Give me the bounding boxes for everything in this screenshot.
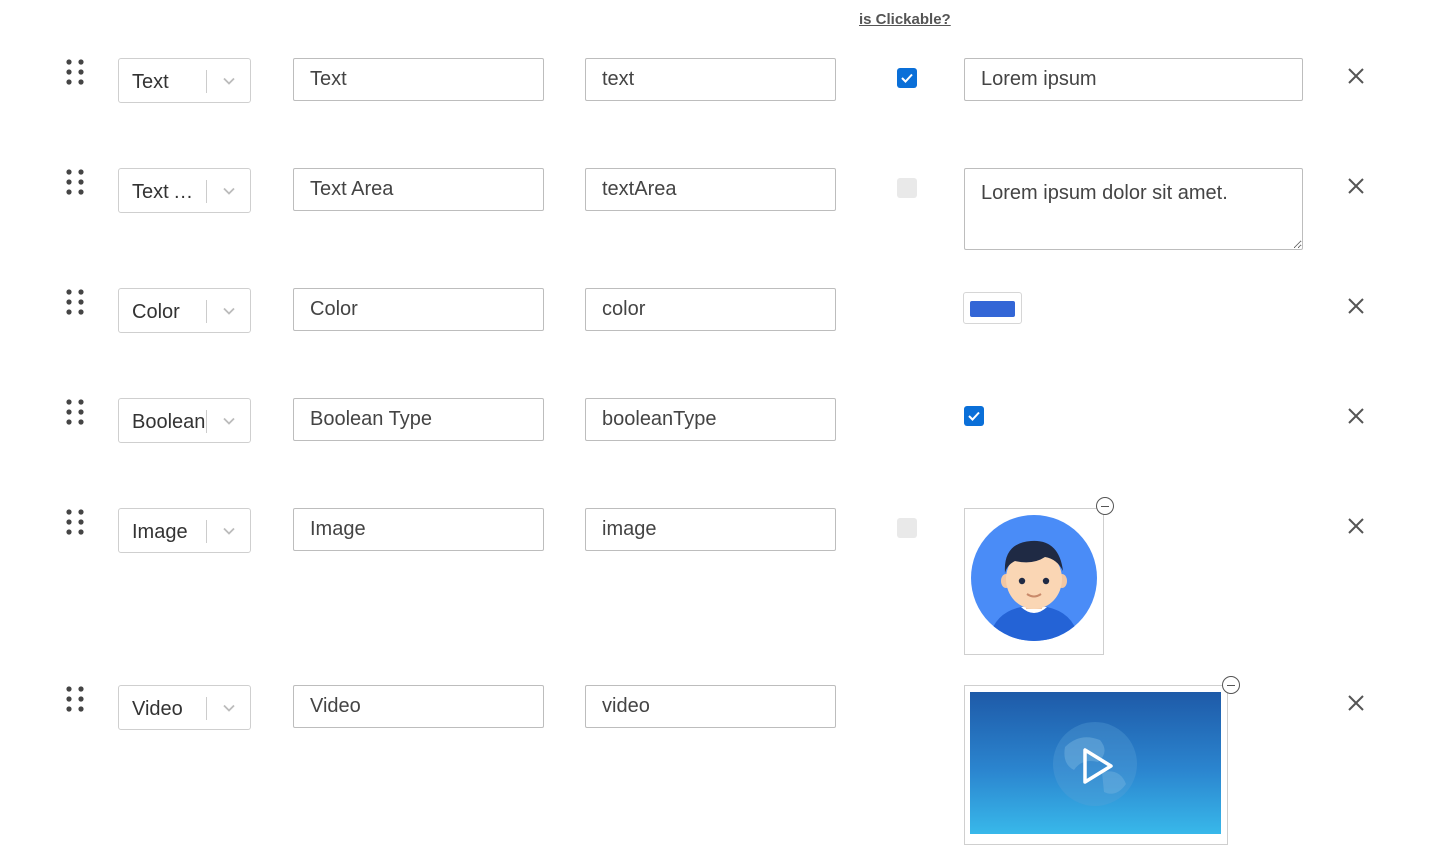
close-icon[interactable] [1346,176,1366,196]
check-icon [968,411,980,421]
field-key-input[interactable] [585,168,836,211]
color-picker[interactable] [963,292,1022,324]
close-icon[interactable] [1346,516,1366,536]
avatar-image[interactable] [971,515,1097,641]
field-label-input[interactable] [293,58,544,101]
field-label-input[interactable] [293,508,544,551]
chevron-down-icon[interactable] [221,73,237,94]
field-type-value: Text [132,71,169,93]
field-value-input[interactable] [964,58,1303,101]
field-label-input[interactable] [293,685,544,728]
clickable-checkbox[interactable] [897,178,917,198]
clickable-checkbox[interactable] [897,68,917,88]
field-row-text-area: Text Area Lorem ipsum dolor sit amet. [0,168,1447,253]
select-separator [206,180,207,203]
close-icon[interactable] [1346,406,1366,426]
select-separator [206,520,207,543]
is-clickable-header[interactable]: is Clickable? [859,11,951,28]
video-preview-frame [964,685,1228,845]
drag-handle-icon[interactable] [66,58,86,88]
image-preview-frame [964,508,1104,655]
field-type-select[interactable]: Video [118,685,251,730]
drag-handle-icon[interactable] [66,685,86,715]
field-type-value: Boolean [132,411,206,433]
drag-handle-icon[interactable] [66,508,86,538]
chevron-down-icon[interactable] [221,523,237,544]
chevron-down-icon[interactable] [221,413,237,434]
field-row-image: Image [0,497,1447,658]
field-key-input[interactable] [585,288,836,331]
field-type-select[interactable]: Text [118,58,251,103]
boolean-value-checkbox[interactable] [964,406,984,426]
field-row-text: Text [0,58,1447,108]
check-icon [901,73,913,83]
field-row-color: Color [0,288,1447,338]
field-type-select[interactable]: Color [118,288,251,333]
field-key-input[interactable] [585,508,836,551]
close-icon[interactable] [1346,296,1366,316]
field-type-value: Text Area [132,181,206,203]
field-type-value: Image [132,521,188,543]
field-type-select[interactable]: Image [118,508,251,553]
field-type-value: Color [132,301,180,323]
field-row-video: Video [0,676,1447,845]
drag-handle-icon[interactable] [66,168,86,198]
field-type-select[interactable]: Boolean [118,398,251,443]
field-key-input[interactable] [585,685,836,728]
close-icon[interactable] [1346,66,1366,86]
field-row-boolean: Boolean [0,398,1447,448]
select-separator [206,697,207,720]
field-key-input[interactable] [585,58,836,101]
select-separator [206,410,207,433]
color-swatch-fill [970,301,1015,317]
drag-handle-icon[interactable] [66,398,86,428]
drag-handle-icon[interactable] [66,288,86,318]
clickable-checkbox[interactable] [897,518,917,538]
field-label-input[interactable] [293,398,544,441]
chevron-down-icon[interactable] [221,303,237,324]
video-thumbnail[interactable] [970,692,1221,834]
minus-circle-icon[interactable] [1222,676,1240,694]
field-type-select[interactable]: Text Area [118,168,251,213]
field-label-input[interactable] [293,288,544,331]
select-separator [206,70,207,93]
field-key-input[interactable] [585,398,836,441]
minus-circle-icon[interactable] [1096,497,1114,515]
select-separator [206,300,207,323]
field-label-input[interactable] [293,168,544,211]
field-type-value: Video [132,698,183,720]
chevron-down-icon[interactable] [221,183,237,204]
chevron-down-icon[interactable] [221,700,237,721]
close-icon[interactable] [1346,693,1366,713]
field-value-textarea[interactable]: Lorem ipsum dolor sit amet. [964,168,1303,250]
